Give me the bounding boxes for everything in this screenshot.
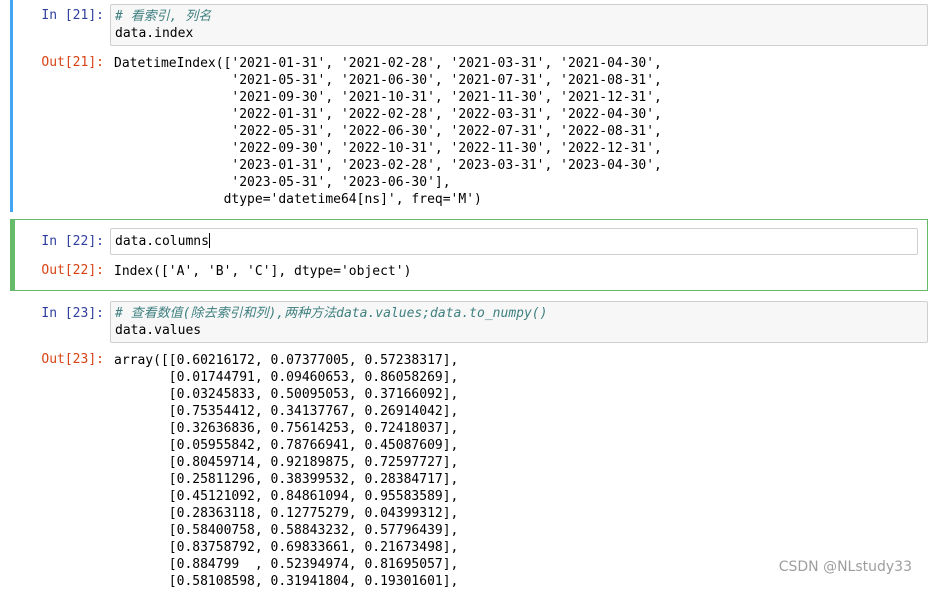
output-22: Index(['A', 'B', 'C'], dtype='object') [114,264,412,279]
output-23-line: [0.03245833, 0.50095053, 0.37166092], [114,387,459,402]
code-line-22: data.columns [115,234,209,249]
output-23-line: [0.83758792, 0.69833661, 0.21673498], [114,540,459,555]
output-21-line: dtype='datetime64[ns]', freq='M') [114,192,482,207]
code-comment-23: # 查看数值(除去索引和列),两种方法data.values;data.to_n… [115,306,548,321]
code-input-22[interactable]: data.columns [110,228,918,255]
in-prompt-22: In [22]: [41,234,104,249]
output-23-line: [0.80459714, 0.92189875, 0.72597727], [114,455,459,470]
output-23-line: [0.25811296, 0.38399532, 0.28384717], [114,472,459,487]
output-23-line: array([[0.60216172, 0.07377005, 0.572383… [114,353,459,368]
output-21-line: '2023-05-31', '2023-06-30'], [114,175,451,190]
output-21-line: '2021-05-31', '2021-06-30', '2021-07-31'… [114,73,662,88]
output-23-line: [0.28363118, 0.12775279, 0.04399312], [114,506,459,521]
output-21-line: '2022-01-31', '2022-02-28', '2022-03-31'… [114,107,662,122]
in-prompt-23: In [23]: [41,306,104,321]
output-23-line: [0.45121092, 0.84861094, 0.95583589], [114,489,459,504]
output-21-line: '2022-09-30', '2022-10-31', '2022-11-30'… [114,141,662,156]
out-prompt-23: Out[23]: [41,352,104,367]
output-23-line: [0.05955842, 0.78766941, 0.45087609], [114,438,459,453]
output-23-line: [0.884799 , 0.52394974, 0.81695057], [114,557,459,572]
output-23-line: [0.75354412, 0.34137767, 0.26914042], [114,404,459,419]
code-line-21: data.index [115,26,194,41]
code-comment-21: # 看索引, 列名 [115,9,212,24]
output-23-line: [0.58400758, 0.58843232, 0.57796439], [114,523,459,538]
output-21-line: '2022-05-31', '2022-06-30', '2022-07-31'… [114,124,662,139]
output-21: DatetimeIndex(['2021-01-31', '2021-02-28… [114,55,662,208]
output-23-line: [0.58108598, 0.31941804, 0.19301601], [114,574,459,589]
output-23-line: [0.01744791, 0.09460653, 0.86058269], [114,370,459,385]
code-input-21[interactable]: # 看索引, 列名 data.index [110,4,928,46]
output-21-line: '2021-09-30', '2021-10-31', '2021-11-30'… [114,90,662,105]
out-prompt-22: Out[22]: [41,263,104,278]
watermark: CSDN @NLstudy33 [778,559,912,575]
text-cursor [208,233,210,248]
code-line-23: data.values [115,323,202,338]
output-23-line: [0.32636836, 0.75614253, 0.72418037], [114,421,459,436]
out-prompt-21: Out[21]: [41,55,104,70]
in-prompt-21: In [21]: [41,8,104,23]
output-21-line: DatetimeIndex(['2021-01-31', '2021-02-28… [114,56,662,71]
output-23: array([[0.60216172, 0.07377005, 0.572383… [114,352,458,590]
code-input-23[interactable]: # 查看数值(除去索引和列),两种方法data.values;data.to_n… [110,301,928,343]
output-21-line: '2023-01-31', '2023-02-28', '2023-03-31'… [114,158,662,173]
